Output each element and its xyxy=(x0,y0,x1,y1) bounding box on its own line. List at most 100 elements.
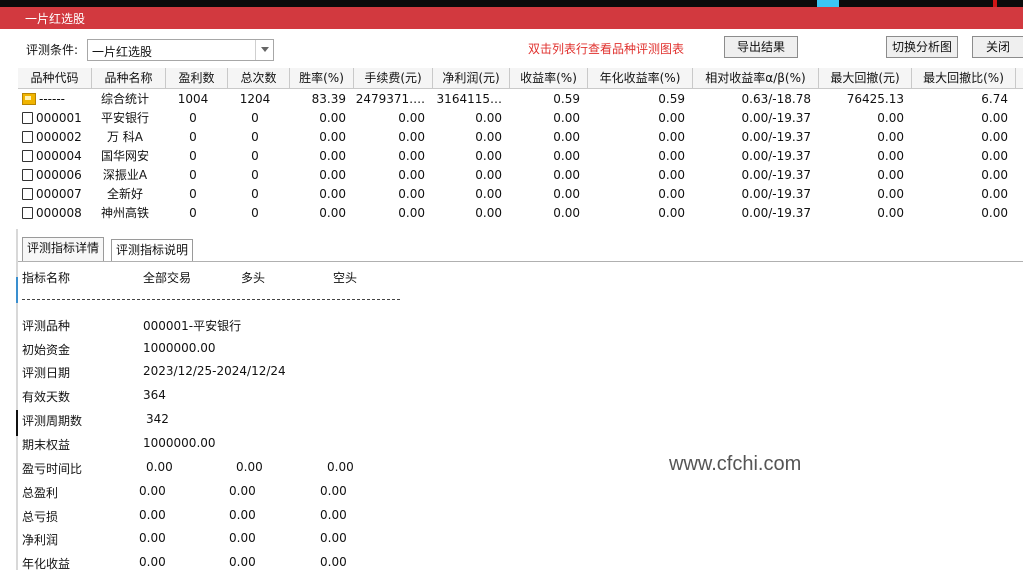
row-checkbox[interactable] xyxy=(22,207,33,219)
detail-header-long: 多头 xyxy=(241,271,266,285)
cell-total: 0 xyxy=(251,149,259,163)
cell-ddr: 6.74 xyxy=(981,92,1008,106)
cell-total: 0 xyxy=(251,187,259,201)
column-header[interactable]: 收益率(%) xyxy=(510,68,588,88)
cell-name: 深振业A xyxy=(102,168,148,182)
cell-name: 综合统计 xyxy=(100,92,149,106)
cell-name: 国华网安 xyxy=(100,149,149,163)
metric-short: 0.00 xyxy=(320,531,347,546)
table-header: 品种代码 品种名称 盈利数 总次数 胜率(%) 手续费(元) 净利润(元) 收益率(%) 年化收… xyxy=(18,68,1023,89)
info-label: 初始资金 xyxy=(22,342,71,357)
cell-profit: 0.00 xyxy=(475,111,502,125)
metric-label: 总盈利 xyxy=(22,485,59,500)
cell-ret: 0.59 xyxy=(553,92,580,106)
column-header[interactable]: 最大回撤(元) xyxy=(819,68,912,88)
cell-ret: 0.00 xyxy=(553,168,580,182)
cell-ddr: 0.00 xyxy=(981,130,1008,144)
info-value: 2023/12/25-2024/12/24 xyxy=(143,364,286,379)
column-header[interactable]: 最大回撤比(%) xyxy=(912,68,1016,88)
info-value: 1000000.00 xyxy=(143,435,216,450)
metric-short: 0.00 xyxy=(320,555,347,570)
column-header[interactable]: 相对收益率α/β(%) xyxy=(693,68,819,88)
condition-select[interactable]: 一片红选股 xyxy=(87,39,274,61)
stock-code: 000006 xyxy=(36,168,82,182)
window-title: 一片红选股 xyxy=(25,12,86,26)
cell-annual: 0.59 xyxy=(658,92,685,106)
cell-annual: 0.00 xyxy=(658,149,685,163)
cell-code: 000006 xyxy=(22,166,88,184)
row-checkbox[interactable] xyxy=(22,188,33,200)
metric-short: 0.00 xyxy=(320,507,347,522)
info-label: 评测日期 xyxy=(22,366,71,381)
row-checkbox[interactable] xyxy=(22,131,33,143)
metric-short: 0.00 xyxy=(327,460,354,474)
info-value: 1000000.00 xyxy=(143,340,216,355)
metric-label: 总亏损 xyxy=(22,509,59,524)
cell-rel: 0.63/-18.78 xyxy=(741,92,811,106)
info-label: 期末权益 xyxy=(22,437,71,452)
close-button[interactable]: 关闭 xyxy=(972,36,1023,58)
cell-rel: 0.00/-19.37 xyxy=(741,168,811,182)
cell-win: 0 xyxy=(189,187,197,201)
cell-total: 1204 xyxy=(239,92,271,106)
column-header[interactable]: 总次数 xyxy=(228,68,290,88)
cell-profit: 0.00 xyxy=(475,168,502,182)
top-status-strip xyxy=(0,0,1023,7)
stock-code: 000004 xyxy=(36,149,82,163)
cell-code: 000008 xyxy=(22,204,88,222)
row-checkbox[interactable] xyxy=(22,112,33,124)
tab-detail[interactable]: 评测指标详情 xyxy=(22,237,105,261)
cell-rel: 0.00/-19.37 xyxy=(741,111,811,125)
table-row[interactable]: 000006 深振业A 0 0 0.00 0.00 0.00 0.00 0.00 0.00/-19… xyxy=(18,166,1023,184)
metric-all: 0.00 xyxy=(139,483,166,498)
cell-rel: 0.00/-19.37 xyxy=(741,187,811,201)
cell-annual: 0.00 xyxy=(658,130,685,144)
cell-win: 0 xyxy=(189,168,197,182)
cell-dd: 0.00 xyxy=(877,111,904,125)
table-row[interactable]: 000001 平安银行 0 0 0.00 0.00 0.00 0.00 0.00 0.00/-19… xyxy=(18,109,1023,127)
info-value: 000001-平安银行 xyxy=(143,319,242,333)
column-header[interactable]: 品种代码 xyxy=(18,68,92,88)
cell-name: 平安银行 xyxy=(100,111,149,125)
hint-text: 双击列表行查看品种评测图表 xyxy=(528,42,685,56)
column-header[interactable]: 手续费(元) xyxy=(354,68,433,88)
table-row[interactable]: 000002 万 科A 0 0 0.00 0.00 0.00 0.00 0.00 0.00/-19… xyxy=(18,128,1023,146)
metric-label: 盈亏时间比 xyxy=(22,462,83,476)
detail-header-name: 指标名称 xyxy=(22,271,71,285)
cell-rate: 83.39 xyxy=(311,92,346,106)
row-checkbox[interactable] xyxy=(22,169,33,181)
cell-fee: 0.00 xyxy=(398,206,425,220)
table-row[interactable]: 000007 全新好 0 0 0.00 0.00 0.00 0.00 0.00 0.00/-19.… xyxy=(18,185,1023,203)
results-table: 品种代码 品种名称 盈利数 总次数 胜率(%) 手续费(元) 净利润(元) 收益率(%) 年化收… xyxy=(18,68,1023,229)
cell-ddr: 0.00 xyxy=(981,168,1008,182)
cell-total: 0 xyxy=(251,130,259,144)
row-checkbox[interactable] xyxy=(22,150,33,162)
table-row[interactable]: 000004 国华网安 0 0 0.00 0.00 0.00 0.00 0.00 0.00/-19… xyxy=(18,147,1023,165)
cell-dd: 76425.13 xyxy=(846,92,904,106)
switch-chart-button[interactable]: 切换分析图 xyxy=(886,36,958,58)
column-header[interactable]: 品种名称 xyxy=(92,68,166,88)
detail-header-all: 全部交易 xyxy=(143,271,192,285)
cell-fee: 2479371…. xyxy=(355,92,425,106)
table-row[interactable]: 000008 神州高铁 0 0 0.00 0.00 0.00 0.00 0.00 0.00/-19… xyxy=(18,204,1023,222)
metric-short: 0.00 xyxy=(320,483,347,498)
watermark: www.cfchi.com xyxy=(669,453,802,475)
summary-row[interactable]: ------ 综合统计 1004 1204 83.39 2479371…. 3164115…… xyxy=(18,90,1023,108)
stock-code: ------ xyxy=(39,92,65,106)
separator-line xyxy=(22,299,400,300)
column-header[interactable]: 盈利数 xyxy=(166,68,228,88)
info-label: 有效天数 xyxy=(22,390,71,405)
export-button[interactable]: 导出结果 xyxy=(724,36,798,58)
column-header[interactable]: 年化收益率(%) xyxy=(588,68,693,88)
column-header[interactable]: 净利润(元) xyxy=(433,68,510,88)
cell-dd: 0.00 xyxy=(877,130,904,144)
cell-ret: 0.00 xyxy=(553,206,580,220)
cell-rate: 0.00 xyxy=(319,149,346,163)
tab-explanation[interactable]: 评测指标说明 xyxy=(111,239,194,261)
cell-annual: 0.00 xyxy=(658,111,685,125)
chevron-down-icon[interactable] xyxy=(255,40,273,60)
indicator-blip xyxy=(993,0,997,7)
cell-name: 神州高铁 xyxy=(100,206,149,220)
cell-dd: 0.00 xyxy=(877,149,904,163)
column-header[interactable]: 胜率(%) xyxy=(290,68,354,88)
